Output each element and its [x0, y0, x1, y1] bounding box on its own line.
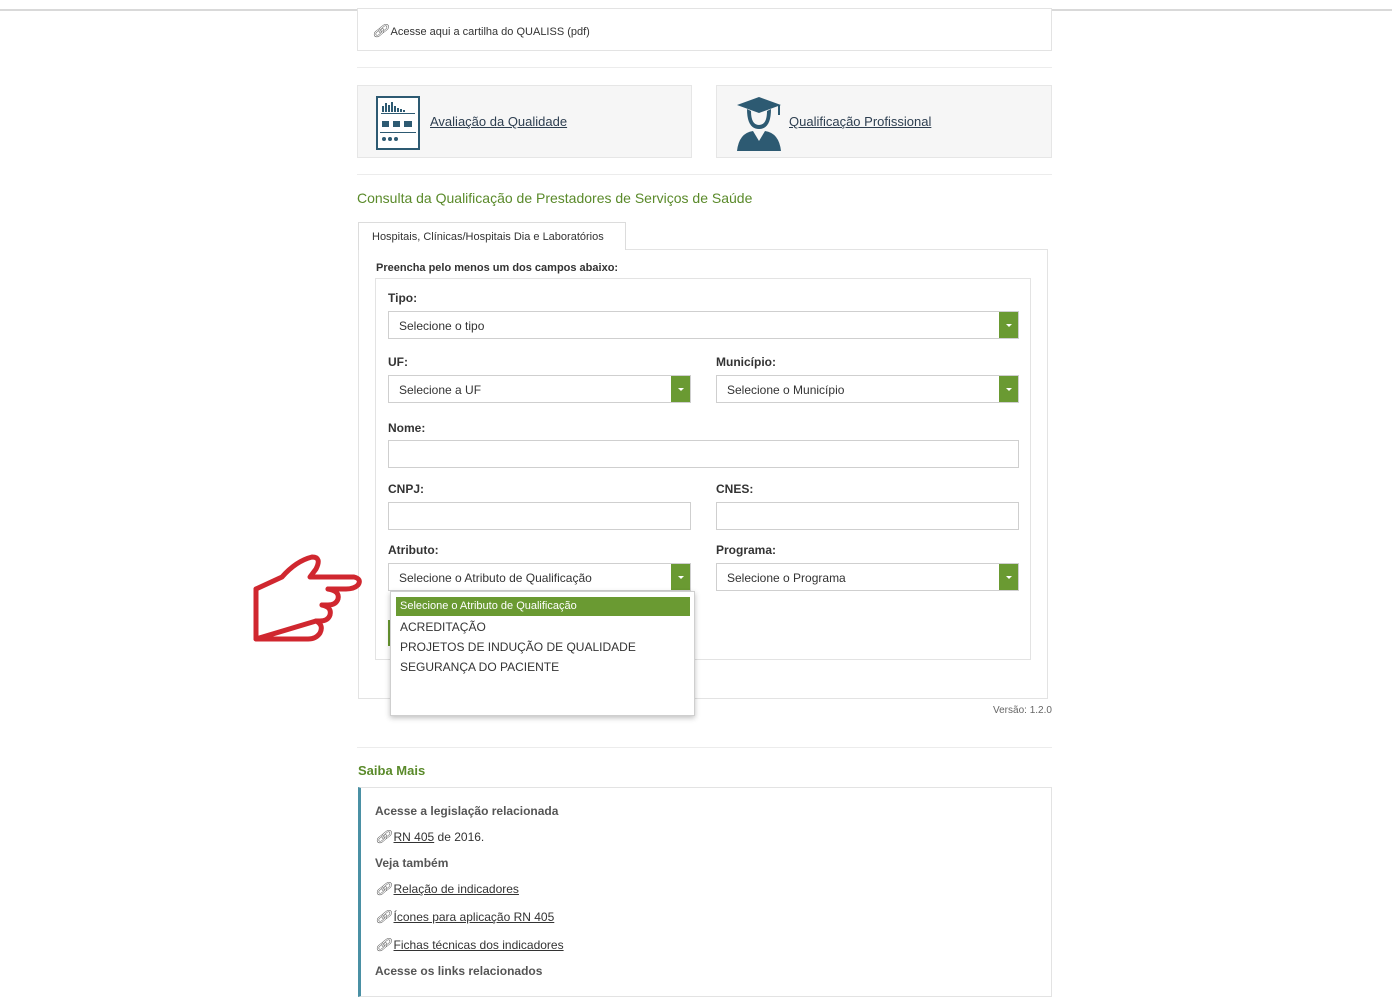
icones-link[interactable]: Ícones para aplicação RN 405 — [394, 910, 555, 924]
legislacao-heading: Acesse a legislação relacionada — [375, 804, 559, 818]
list-item: 🔗︎ Ícones para aplicação RN 405 — [375, 909, 554, 925]
programa-select-value: Selecione o Programa — [727, 571, 846, 585]
link-icon: 🔗︎ — [375, 909, 392, 924]
list-item: 🔗︎ Relação de indicadores — [375, 881, 519, 897]
cartilha-link[interactable]: Acesse aqui a cartilha do QUALISS (pdf) — [391, 26, 590, 38]
uf-select[interactable]: Selecione a UF — [388, 375, 691, 403]
dropdown-option[interactable]: PROJETOS DE INDUÇÃO DE QUALIDADE — [400, 640, 636, 654]
quality-chart-icon — [376, 96, 420, 150]
uf-label: UF: — [388, 355, 408, 369]
nome-label: Nome: — [388, 421, 426, 435]
atributo-label: Atributo: — [388, 543, 439, 557]
graduate-icon — [737, 97, 781, 151]
form-instruction: Preencha pelo menos um dos campos abaixo… — [376, 262, 619, 274]
avaliacao-card[interactable]: Avaliação da Qualidade — [357, 85, 692, 158]
atributo-select[interactable]: Selecione o Atributo de Qualificação — [388, 563, 691, 591]
list-item: 🔗︎ Fichas técnicas dos indicadores — [375, 937, 564, 953]
divider — [357, 747, 1052, 748]
municipio-label: Município: — [716, 355, 776, 369]
links-heading: Acesse os links relacionados — [375, 964, 543, 978]
municipio-select[interactable]: Selecione o Município — [716, 375, 1019, 403]
cnpj-label: CNPJ: — [388, 482, 425, 496]
avaliacao-link[interactable]: Avaliação da Qualidade — [430, 114, 567, 129]
divider — [357, 67, 1052, 68]
tipo-select-value: Selecione o tipo — [399, 319, 485, 333]
tipo-select[interactable]: Selecione o tipo — [388, 311, 1019, 339]
rn-405-link[interactable]: RN 405 — [394, 830, 435, 844]
version-label: Versão: 1.2.0 — [993, 705, 1052, 716]
link-icon: 🔗︎ — [375, 881, 392, 896]
fichas-link[interactable]: Fichas técnicas dos indicadores — [394, 938, 564, 952]
chevron-down-icon[interactable] — [999, 376, 1018, 402]
link-icon: 🔗︎ — [372, 23, 389, 38]
dropdown-option[interactable]: ACREDITAÇÃO — [400, 620, 486, 634]
tab-hospitais[interactable]: Hospitais, Clínicas/Hospitais Dia e Labo… — [358, 222, 626, 250]
saiba-title: Saiba Mais — [358, 763, 426, 778]
qualificacao-link[interactable]: Qualificação Profissional — [789, 114, 931, 129]
atributo-dropdown-list[interactable]: Selecione o Atributo de Qualificação ACR… — [390, 591, 695, 716]
chevron-down-icon[interactable] — [671, 564, 690, 590]
programa-select[interactable]: Selecione o Programa — [716, 563, 1019, 591]
veja-heading: Veja também — [375, 856, 449, 870]
nome-input[interactable] — [388, 440, 1019, 468]
rn-line: 🔗︎ RN 405 de 2016. — [375, 829, 484, 845]
atributo-select-value: Selecione o Atributo de Qualificação — [399, 571, 592, 585]
chevron-down-icon[interactable] — [999, 564, 1018, 590]
municipio-select-value: Selecione o Município — [727, 383, 845, 397]
cnes-label: CNES: — [716, 482, 754, 496]
link-icon: 🔗︎ — [375, 829, 392, 844]
saiba-mais-box: Acesse a legislação relacionada 🔗︎ RN 405… — [358, 787, 1052, 997]
divider — [357, 174, 1052, 175]
programa-label: Programa: — [716, 543, 777, 557]
rn-suffix: de 2016. — [434, 830, 485, 844]
cnes-input[interactable] — [716, 502, 1019, 530]
dropdown-option[interactable]: Selecione o Atributo de Qualificação — [396, 597, 690, 616]
cnpj-input[interactable] — [388, 502, 691, 530]
uf-select-value: Selecione a UF — [399, 383, 482, 397]
link-icon: 🔗︎ — [375, 937, 392, 952]
cartilha-box: 🔗︎ Acesse aqui a cartilha do QUALISS (pdf… — [357, 8, 1052, 51]
consulta-title: Consulta da Qualificação de Prestadores … — [357, 190, 753, 206]
chevron-down-icon[interactable] — [671, 376, 690, 402]
indicadores-link[interactable]: Relação de indicadores — [394, 882, 519, 896]
chevron-down-icon[interactable] — [999, 312, 1018, 338]
tipo-label: Tipo: — [388, 291, 418, 305]
dropdown-option[interactable]: SEGURANÇA DO PACIENTE — [400, 660, 559, 674]
pointing-hand-icon — [253, 554, 362, 642]
qualificacao-card[interactable]: Qualificação Profissional — [716, 85, 1052, 158]
